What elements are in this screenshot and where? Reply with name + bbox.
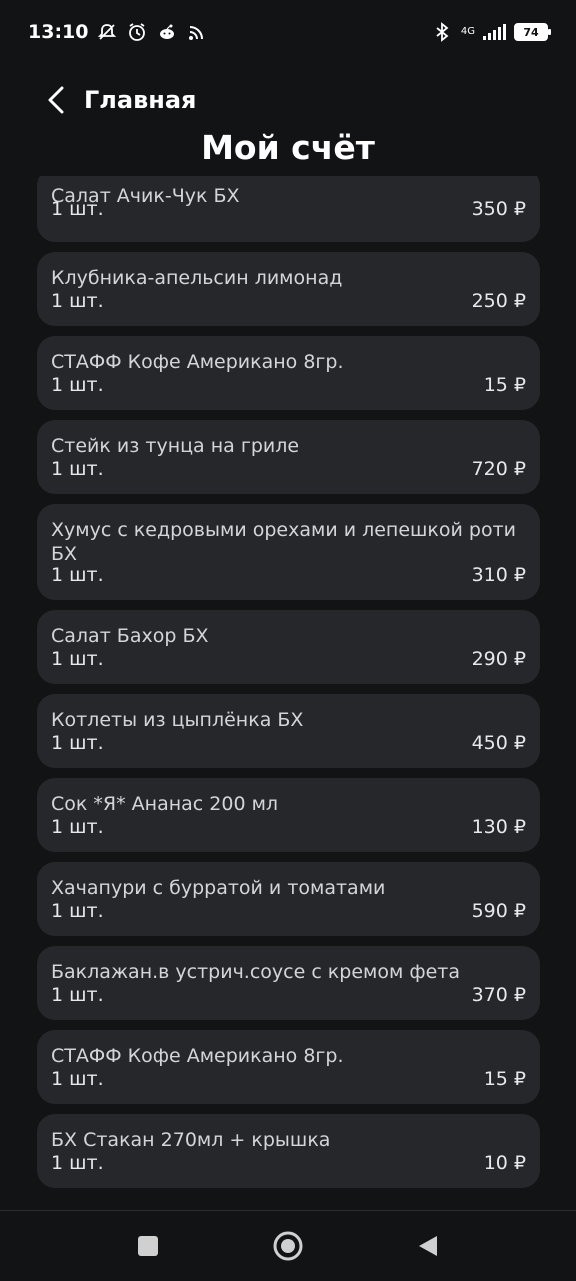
bluetooth-icon: [431, 21, 453, 43]
item-quantity: 1 шт.: [51, 1152, 104, 1174]
back-label[interactable]: Главная: [84, 86, 196, 114]
item-price: 450 ₽: [471, 732, 526, 754]
status-bar: 13:10 4G 74: [0, 0, 576, 64]
item-name: СТАФФ Кофе Американо 8гр.: [51, 1045, 344, 1067]
item-name: Клубника-апельсин лимонад: [51, 267, 343, 289]
item-price: 130 ₽: [471, 816, 526, 838]
item-price: 310 ₽: [471, 564, 526, 586]
bill-item[interactable]: Клубника-апельсин лимонад 1 шт. 250 ₽: [37, 252, 540, 326]
item-quantity: 1 шт.: [51, 1068, 104, 1090]
item-price: 15 ₽: [483, 374, 526, 396]
page-title: Мой счёт: [201, 128, 375, 167]
item-price: 290 ₽: [471, 648, 526, 670]
reddit-icon: [156, 21, 178, 43]
status-bar-right: 4G 74: [431, 21, 551, 43]
item-price: 250 ₽: [471, 290, 526, 312]
item-price: 350 ₽: [471, 198, 526, 220]
cast-icon: [186, 21, 208, 43]
back-nav-button[interactable]: [408, 1226, 448, 1266]
bill-item[interactable]: СТАФФ Кофе Американо 8гр. 1 шт. 15 ₽: [37, 1030, 540, 1104]
bill-item[interactable]: Хачапури с бурратой и томатами 1 шт. 590 ₽: [37, 862, 540, 936]
status-time: 13:10: [28, 21, 89, 43]
item-quantity: 1 шт.: [51, 374, 104, 396]
muted-bell-icon: [96, 21, 118, 43]
item-name: БХ Стакан 270мл + крышка: [51, 1129, 331, 1151]
item-price: 720 ₽: [471, 458, 526, 480]
item-quantity: 1 шт.: [51, 984, 104, 1006]
recents-button[interactable]: [128, 1226, 168, 1266]
battery-level: 74: [523, 25, 539, 39]
bill-item[interactable]: СТАФФ Кофе Американо 8гр. 1 шт. 15 ₽: [37, 336, 540, 410]
item-quantity: 1 шт.: [51, 564, 104, 586]
item-name: Салат Ачик-Чук БХ: [51, 185, 240, 207]
item-quantity: 1 шт.: [51, 648, 104, 670]
bill-item[interactable]: Салат Бахор БХ 1 шт. 290 ₽: [37, 610, 540, 684]
network-type: 4G: [460, 26, 475, 37]
item-name: Хачапури с бурратой и томатами: [51, 877, 386, 899]
item-name: Котлеты из цыплёнка БХ: [51, 709, 304, 731]
status-bar-left: 13:10: [28, 21, 208, 43]
back-triangle-icon: [419, 1236, 437, 1256]
item-name: Сок *Я* Ананас 200 мл: [51, 793, 279, 815]
item-quantity: 1 шт.: [51, 816, 104, 838]
item-price: 10 ₽: [483, 1152, 526, 1174]
item-name: Баклажан.в устрич.соусе с кремом фета: [51, 961, 461, 983]
signal-icon: [483, 24, 506, 40]
bill-items-list[interactable]: Салат Ачик-Чук БХ 1 шт. 350 ₽ Клубника-апел…: [0, 176, 576, 1206]
chevron-left-icon: [48, 86, 64, 114]
top-bar: Главная: [0, 78, 576, 122]
item-price: 590 ₽: [471, 900, 526, 922]
bill-item[interactable]: Хумус с кедровыми орехами и лепешкой рот…: [37, 504, 540, 600]
item-quantity: 1 шт.: [51, 732, 104, 754]
item-name: Стейк из тунца на гриле: [51, 435, 300, 457]
battery-icon: 74: [514, 23, 551, 41]
back-button[interactable]: [34, 78, 78, 122]
item-name: СТАФФ Кофе Американо 8гр.: [51, 351, 344, 373]
bill-item[interactable]: Сок *Я* Ананас 200 мл 1 шт. 130 ₽: [37, 778, 540, 852]
item-quantity: 1 шт.: [51, 900, 104, 922]
item-quantity: 1 шт.: [51, 198, 104, 220]
item-quantity: 1 шт.: [51, 458, 104, 480]
item-name: Салат Бахор БХ: [51, 625, 209, 647]
item-price: 370 ₽: [471, 984, 526, 1006]
recents-square-icon: [138, 1236, 158, 1256]
alarm-icon: [126, 21, 148, 43]
bill-item[interactable]: Баклажан.в устрич.соусе с кремом фета 1 ш…: [37, 946, 540, 1020]
system-nav-bar: [0, 1210, 576, 1281]
bill-item[interactable]: Котлеты из цыплёнка БХ 1 шт. 450 ₽: [37, 694, 540, 768]
bill-item[interactable]: Салат Ачик-Чук БХ 1 шт. 350 ₽: [37, 176, 540, 242]
item-name: Хумус с кедровыми орехами и лепешкой рот…: [51, 519, 517, 565]
item-quantity: 1 шт.: [51, 290, 104, 312]
item-price: 15 ₽: [483, 1068, 526, 1090]
home-circle-icon: [273, 1231, 303, 1261]
home-button[interactable]: [268, 1226, 308, 1266]
bill-item[interactable]: Стейк из тунца на гриле 1 шт. 720 ₽: [37, 420, 540, 494]
bill-item[interactable]: БХ Стакан 270мл + крышка 1 шт. 10 ₽: [37, 1114, 540, 1188]
